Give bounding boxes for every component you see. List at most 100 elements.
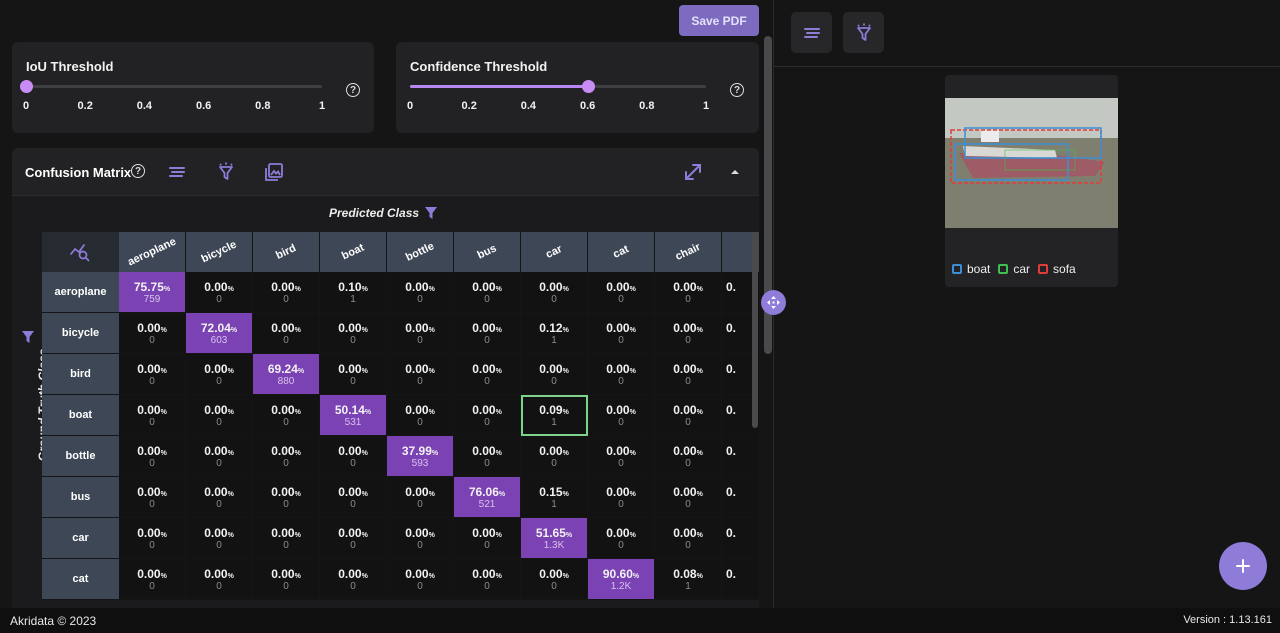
image-card[interactable]: boat car sofa: [945, 75, 1118, 287]
ground-truth-filter-icon[interactable]: [21, 330, 35, 344]
matrix-cell[interactable]: 0.00% 0: [655, 272, 722, 313]
row-header-bottle[interactable]: bottle: [42, 436, 119, 477]
matrix-cell[interactable]: 0.15% 1: [521, 477, 588, 518]
matrix-cell[interactable]: 0.: [722, 477, 759, 518]
matrix-cell[interactable]: 0.00% 0: [387, 313, 454, 354]
matrix-cell[interactable]: 0.00% 0: [320, 477, 387, 518]
matrix-cell[interactable]: 0.00% 0: [521, 436, 588, 477]
matrix-cell[interactable]: 0.00% 0: [119, 313, 186, 354]
column-header-cat[interactable]: cat: [588, 232, 655, 272]
confidence-slider-track[interactable]: [410, 80, 706, 93]
matrix-scrollbar[interactable]: [752, 232, 758, 428]
matrix-cell[interactable]: 0.00% 0: [119, 395, 186, 436]
column-header-chair[interactable]: chair: [655, 232, 722, 272]
matrix-cell[interactable]: 0.00% 0: [253, 477, 320, 518]
resize-handle[interactable]: [761, 290, 786, 315]
matrix-cell[interactable]: 0.00% 0: [320, 559, 387, 600]
column-header-bicycle[interactable]: bicycle: [186, 232, 253, 272]
matrix-cell[interactable]: 0.: [722, 518, 759, 559]
collapse-chevron-icon[interactable]: [724, 161, 746, 183]
chart-search-icon[interactable]: [69, 242, 91, 262]
row-header-bicycle[interactable]: bicycle: [42, 313, 119, 354]
matrix-cell[interactable]: 0.12% 1: [521, 313, 588, 354]
column-header-bird[interactable]: bird: [253, 232, 320, 272]
row-header-car[interactable]: car: [42, 518, 119, 559]
matrix-cell[interactable]: 0.00% 0: [588, 354, 655, 395]
matrix-cell[interactable]: 0.00% 0: [454, 272, 521, 313]
matrix-cell[interactable]: 0.00% 0: [119, 354, 186, 395]
column-header-aeroplane[interactable]: aeroplane: [119, 232, 186, 272]
iou-slider-track[interactable]: [20, 80, 322, 93]
matrix-cell[interactable]: 0.00% 0: [186, 272, 253, 313]
matrix-cell[interactable]: 0.00% 0: [655, 477, 722, 518]
matrix-cell[interactable]: 69.24% 880: [253, 354, 320, 395]
matrix-cell[interactable]: 37.99% 593: [387, 436, 454, 477]
matrix-cell[interactable]: 0.00% 0: [253, 436, 320, 477]
expand-icon[interactable]: [682, 161, 704, 183]
matrix-cell[interactable]: 0.00% 0: [186, 354, 253, 395]
matrix-cell[interactable]: 0.00% 0: [119, 559, 186, 600]
matrix-cell[interactable]: 0.00% 0: [655, 395, 722, 436]
matrix-cell[interactable]: 0.00% 0: [387, 477, 454, 518]
matrix-cell[interactable]: 0.00% 0: [588, 313, 655, 354]
matrix-cell[interactable]: 0.09% 1: [521, 395, 588, 436]
matrix-cell[interactable]: 0.00% 0: [588, 477, 655, 518]
matrix-cell[interactable]: 0.00% 0: [119, 518, 186, 559]
matrix-cell[interactable]: 0.: [722, 436, 759, 477]
column-header-bottle[interactable]: bottle: [387, 232, 454, 272]
column-header-bus[interactable]: bus: [454, 232, 521, 272]
matrix-cell[interactable]: 0.00% 0: [387, 559, 454, 600]
predicted-filter-icon[interactable]: [424, 206, 438, 220]
matrix-cell[interactable]: 0.00% 0: [521, 272, 588, 313]
row-header-cat[interactable]: cat: [42, 559, 119, 600]
matrix-cell[interactable]: 0.00% 0: [454, 518, 521, 559]
right-sort-button[interactable]: [791, 12, 832, 53]
matrix-cell[interactable]: 90.60% 1.2K: [588, 559, 655, 600]
row-header-aeroplane[interactable]: aeroplane: [42, 272, 119, 313]
matrix-cell[interactable]: 0.00% 0: [588, 436, 655, 477]
matrix-cell[interactable]: 0.00% 0: [387, 354, 454, 395]
matrix-cell[interactable]: 0.00% 0: [320, 518, 387, 559]
matrix-cell[interactable]: 0.00% 0: [186, 559, 253, 600]
column-header-boat[interactable]: boat: [320, 232, 387, 272]
matrix-cell[interactable]: 0.00% 0: [454, 559, 521, 600]
row-header-bus[interactable]: bus: [42, 477, 119, 518]
matrix-cell[interactable]: 0.00% 0: [320, 354, 387, 395]
matrix-cell[interactable]: 0.00% 0: [387, 395, 454, 436]
matrix-cell[interactable]: 0.00% 0: [655, 436, 722, 477]
iou-slider-thumb[interactable]: [20, 80, 33, 93]
matrix-cell[interactable]: 0.00% 0: [655, 518, 722, 559]
row-header-bird[interactable]: bird: [42, 354, 119, 395]
sort-lines-icon[interactable]: [166, 161, 188, 183]
matrix-cell[interactable]: 0.00% 0: [588, 272, 655, 313]
matrix-cell[interactable]: 0.08% 1: [655, 559, 722, 600]
matrix-cell[interactable]: 0.00% 0: [320, 436, 387, 477]
matrix-cell[interactable]: 51.65% 1.3K: [521, 518, 588, 559]
iou-help-icon[interactable]: ?: [346, 83, 360, 97]
matrix-cell[interactable]: 0.00% 0: [119, 477, 186, 518]
matrix-cell[interactable]: 0.00% 0: [253, 313, 320, 354]
confidence-slider-thumb[interactable]: [581, 80, 595, 93]
matrix-cell[interactable]: 0.00% 0: [521, 559, 588, 600]
matrix-cell[interactable]: 0.00% 0: [521, 354, 588, 395]
lightbulb-filter-icon[interactable]: [215, 161, 237, 183]
column-header-car[interactable]: car: [521, 232, 588, 272]
row-header-boat[interactable]: boat: [42, 395, 119, 436]
matrix-cell[interactable]: 0.00% 0: [186, 436, 253, 477]
matrix-cell[interactable]: 0.00% 0: [454, 313, 521, 354]
matrix-cell[interactable]: 0.10% 1: [320, 272, 387, 313]
matrix-cell[interactable]: 0.00% 0: [119, 436, 186, 477]
matrix-cell[interactable]: 0.00% 0: [655, 354, 722, 395]
matrix-cell[interactable]: 0.00% 0: [186, 518, 253, 559]
matrix-cell[interactable]: 0.00% 0: [186, 395, 253, 436]
matrix-cell[interactable]: 0.00% 0: [253, 272, 320, 313]
save-pdf-button[interactable]: Save PDF: [679, 5, 759, 36]
add-button[interactable]: [1219, 542, 1267, 590]
matrix-cell[interactable]: 0.00% 0: [588, 395, 655, 436]
matrix-cell[interactable]: 0.00% 0: [655, 313, 722, 354]
matrix-cell[interactable]: 0.00% 0: [186, 477, 253, 518]
image-gallery-icon[interactable]: [263, 161, 285, 183]
matrix-cell[interactable]: 76.06% 521: [454, 477, 521, 518]
matrix-cell[interactable]: 72.04% 603: [186, 313, 253, 354]
confidence-help-icon[interactable]: ?: [730, 83, 744, 97]
